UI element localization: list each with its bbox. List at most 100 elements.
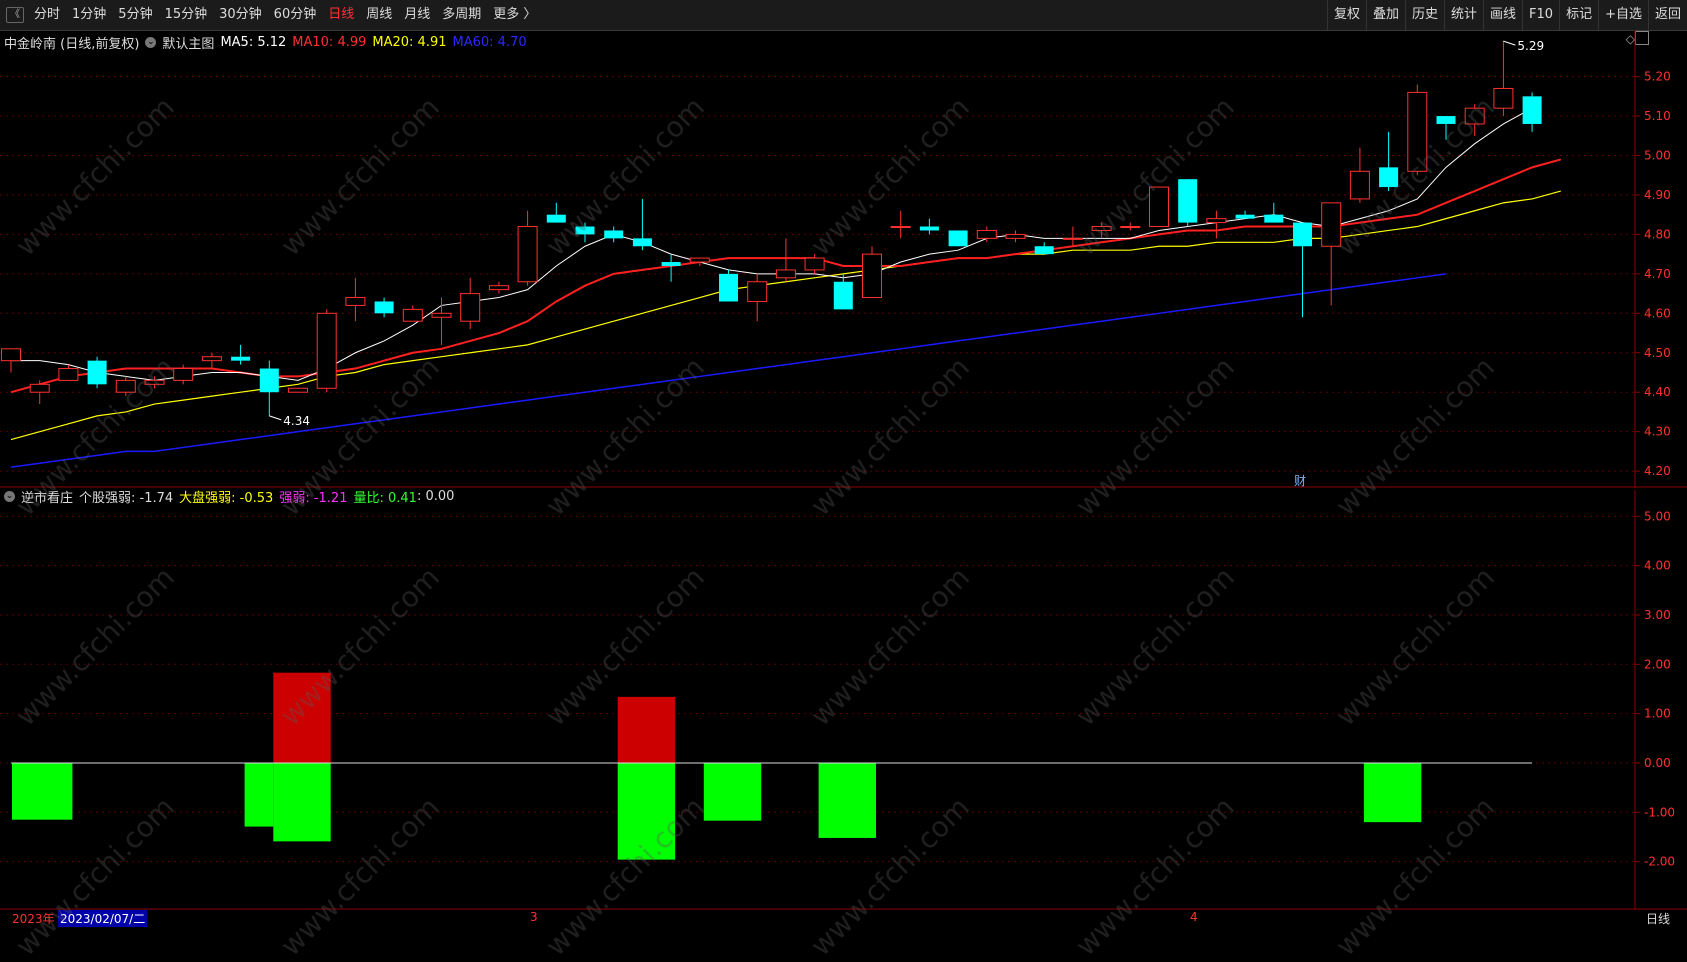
indicator-chart: 5.00 4.00 3.00 2.00 1.00 0.00 -1.00 -2.00 xyxy=(0,490,1687,910)
toolbar-button-0[interactable]: 复权 xyxy=(1326,0,1366,30)
candle-body-up xyxy=(1091,226,1112,231)
toolbar-button-5[interactable]: F10 xyxy=(1522,0,1559,30)
candle-body-up xyxy=(862,253,882,299)
high-price-label: 5.29 xyxy=(1517,39,1544,53)
toolbar-button-4[interactable]: 画线 xyxy=(1483,0,1522,30)
candle-body-up xyxy=(976,229,997,239)
candle-body-down xyxy=(1264,214,1284,223)
candle-body-up xyxy=(115,379,136,393)
candle-body-down xyxy=(575,226,595,235)
sub-tick-label: -1.00 xyxy=(1644,805,1675,819)
back-arrow-icon[interactable]: 《 xyxy=(6,7,24,23)
month-3-label: 3 xyxy=(530,910,538,924)
period-tab-9[interactable]: 多周期 xyxy=(436,0,487,30)
period-tab-1[interactable]: 1分钟 xyxy=(66,0,112,30)
candle-body-down xyxy=(1436,116,1456,124)
month-4-label: 4 xyxy=(1190,910,1198,924)
year-label: 2023年 xyxy=(12,912,55,926)
date-cursor-label: 2023/02/07/二 xyxy=(58,910,148,927)
y-tick-label: 4.80 xyxy=(1644,227,1671,241)
candle-body-down xyxy=(719,273,738,302)
candle-body-up xyxy=(173,368,194,381)
candle-body-down xyxy=(1522,96,1542,124)
candle-body-down xyxy=(661,262,681,266)
period-tab-3[interactable]: 15分钟 xyxy=(159,0,214,30)
candle-body-down xyxy=(948,230,968,247)
candle-body-up xyxy=(1493,87,1514,109)
y-tick-label: 4.90 xyxy=(1644,188,1671,202)
candle-body-down xyxy=(1178,179,1198,223)
low-price-label: 4.34 xyxy=(283,414,310,428)
toolbar-button-6[interactable]: 标记 xyxy=(1559,0,1598,30)
high-pointer xyxy=(1503,40,1516,46)
candle-body-up xyxy=(1321,202,1342,247)
candle-body-down xyxy=(919,226,939,231)
sub-tick-label: -2.00 xyxy=(1644,855,1675,869)
period-tab-0[interactable]: 分时 xyxy=(28,0,66,30)
candle-body-up xyxy=(689,257,710,263)
y-tick-label: 5.20 xyxy=(1644,70,1671,84)
period-tab-6[interactable]: 日线 xyxy=(322,0,360,30)
toolbar-button-8[interactable]: 返回 xyxy=(1647,0,1687,30)
candle-body-down xyxy=(1293,222,1312,247)
time-axis: 2023年 2023/02/07/二 3 4 日线 xyxy=(0,910,1687,927)
toolbar-button-7[interactable]: +自选 xyxy=(1598,0,1648,30)
sub-tick-label: 2.00 xyxy=(1644,657,1671,671)
green-bar xyxy=(818,762,876,838)
candle-body-up xyxy=(288,387,308,393)
candle-body-up xyxy=(316,312,337,389)
candle-body-up xyxy=(804,257,825,271)
toolbar: 《 分时 1分钟 5分钟 15分钟 30分钟 60分钟 日线 周线 月线 多周期 更多 〉 复权 叠加… xyxy=(0,0,1687,31)
green-bar xyxy=(1363,762,1422,823)
sub-tick-label: 3.00 xyxy=(1644,608,1671,622)
candle-body-down xyxy=(546,214,566,223)
period-tab-4[interactable]: 30分钟 xyxy=(213,0,268,30)
red-bar xyxy=(617,696,676,763)
candle-body-up xyxy=(1206,218,1227,224)
candle-body-up xyxy=(345,297,366,306)
candle-body-up xyxy=(1464,107,1485,125)
financial-report-marker: 财 xyxy=(1294,474,1306,488)
y-tick-label: 5.10 xyxy=(1644,109,1671,123)
y-tick-label: 4.70 xyxy=(1644,267,1671,281)
y-tick-label: 4.30 xyxy=(1644,425,1671,439)
candle-body-down xyxy=(1379,167,1399,188)
toolbar-button-3[interactable]: 统计 xyxy=(1444,0,1483,30)
candle-body-up xyxy=(460,293,481,322)
candle-body-up xyxy=(58,368,79,381)
y-tick-label: 4.60 xyxy=(1644,306,1671,320)
candle-body-down xyxy=(231,356,251,361)
sub-tick-label: 4.00 xyxy=(1644,559,1671,573)
candle-body-up xyxy=(1149,186,1169,228)
toolbar-right: 复权 叠加 历史 统计 画线 F10 标记 +自选 返回 xyxy=(1326,0,1687,30)
candle-body-down xyxy=(1034,246,1054,255)
low-pointer xyxy=(269,415,282,421)
toolbar-button-2[interactable]: 历史 xyxy=(1404,0,1444,30)
period-tab-8[interactable]: 月线 xyxy=(398,0,436,30)
period-label: 日线 xyxy=(1646,912,1671,926)
candle-body-up xyxy=(1005,233,1026,239)
candle-body-up xyxy=(431,312,452,318)
candle-body-up xyxy=(747,281,768,302)
candle-body-up xyxy=(1,348,21,362)
period-tab-10[interactable]: 更多 〉 xyxy=(487,0,542,30)
candle-body-up xyxy=(517,226,538,283)
sub-tick-label: 1.00 xyxy=(1644,707,1671,721)
candle-body-down xyxy=(374,301,394,314)
candle-body-up xyxy=(1120,226,1141,229)
period-tab-5[interactable]: 60分钟 xyxy=(268,0,323,30)
green-bar xyxy=(273,762,331,842)
candle-body-down xyxy=(259,368,279,393)
candle-body-up xyxy=(1407,91,1428,172)
candle-body-up xyxy=(1062,237,1083,240)
red-bar xyxy=(273,672,331,763)
period-tab-7[interactable]: 周线 xyxy=(360,0,398,30)
green-bar xyxy=(12,762,73,820)
y-tick-label: 4.50 xyxy=(1644,346,1671,360)
candle-body-up xyxy=(890,226,911,229)
period-tab-2[interactable]: 5分钟 xyxy=(112,0,158,30)
y-tick-label: 4.40 xyxy=(1644,385,1671,399)
toolbar-button-1[interactable]: 叠加 xyxy=(1365,0,1405,30)
green-bar xyxy=(244,762,274,827)
candle-body-down xyxy=(1235,214,1255,219)
